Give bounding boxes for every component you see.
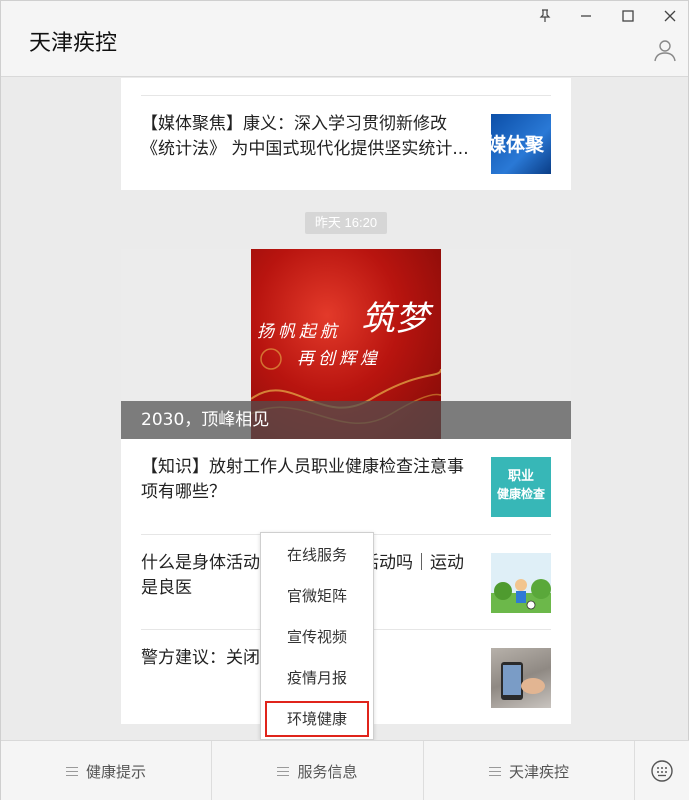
article-item-media-focus[interactable]: 【媒体聚焦】康义：深入学习贯彻新修改《统计法》 为中国式现代化提供坚实统计...… (141, 95, 551, 190)
article-thumbnail (491, 648, 551, 708)
menu-item-environment-health[interactable]: 环境健康 (265, 701, 369, 737)
article-thumbnail: 媒体聚 (491, 114, 551, 174)
submenu-popup: 在线服务 官微矩阵 宣传视频 疫情月报 环境健康 (260, 532, 374, 740)
menu-item-promo-video[interactable]: 宣传视频 (265, 619, 369, 655)
thumb-text: 媒体聚 (491, 134, 545, 156)
article-title: 【媒体聚焦】康义：深入学习贯彻新修改《统计法》 为中国式现代化提供坚实统计... (141, 114, 469, 159)
message-timestamp: 昨天 16:20 (305, 212, 387, 234)
app-title: 天津疾控 (29, 31, 118, 56)
menu-item-online-service[interactable]: 在线服务 (265, 537, 369, 573)
tab-label: 天津疾控 (508, 762, 569, 781)
article-thumbnail (491, 553, 551, 613)
hero-caption: 2030，顶峰相见 (121, 401, 571, 439)
menu-lines-icon (277, 766, 290, 776)
menu-lines-icon (65, 766, 78, 776)
hero-slogan-big: 筑梦 (361, 299, 429, 339)
article-thumbnail: 职业 健康检查 (491, 457, 551, 517)
title-bar: 天津疾控 (1, 1, 688, 77)
article-title: 【知识】放射工作人员职业健康检查注意事项有哪些？ (141, 457, 464, 502)
pin-icon[interactable] (531, 5, 559, 27)
tab-label: 服务信息 (297, 762, 358, 781)
app-window: 天津疾控 【媒体聚焦】康义：深入学习贯彻新修改《统计法》 为中国式现代化提供坚实… (0, 0, 689, 800)
thumb-text-line1: 职业 (507, 469, 534, 484)
minimize-icon[interactable] (572, 5, 600, 27)
bottom-menu-bar: 健康提示 服务信息 天津疾控 (1, 740, 689, 800)
hero-slogan-line1: 扬帆起航 (257, 322, 341, 342)
menu-item-epidemic-report[interactable]: 疫情月报 (265, 660, 369, 696)
hero-slogan-line2: 再创辉煌 (297, 349, 381, 369)
menu-lines-icon (488, 766, 501, 776)
hero-article[interactable]: 扬帆起航 筑梦 再创辉煌 2030，顶峰相见 (121, 249, 571, 439)
keyboard-toggle-icon[interactable] (634, 741, 689, 800)
tab-health-tips[interactable]: 健康提示 (1, 741, 212, 800)
tab-tianjin-cdc[interactable]: 天津疾控 (424, 741, 635, 800)
tab-service-info[interactable]: 服务信息 (212, 741, 424, 800)
tab-label: 健康提示 (85, 762, 146, 781)
menu-item-official-matrix[interactable]: 官微矩阵 (265, 578, 369, 614)
thumb-text-line2: 健康检查 (496, 487, 545, 501)
close-icon[interactable] (656, 5, 684, 27)
article-item-0[interactable]: 【知识】放射工作人员职业健康检查注意事项有哪些？ 职业 健康检查 (141, 439, 551, 535)
article-card-top: 【媒体聚焦】康义：深入学习贯彻新修改《统计法》 为中国式现代化提供坚实统计...… (121, 78, 571, 190)
maximize-icon[interactable] (614, 5, 642, 27)
profile-icon[interactable] (652, 37, 680, 65)
